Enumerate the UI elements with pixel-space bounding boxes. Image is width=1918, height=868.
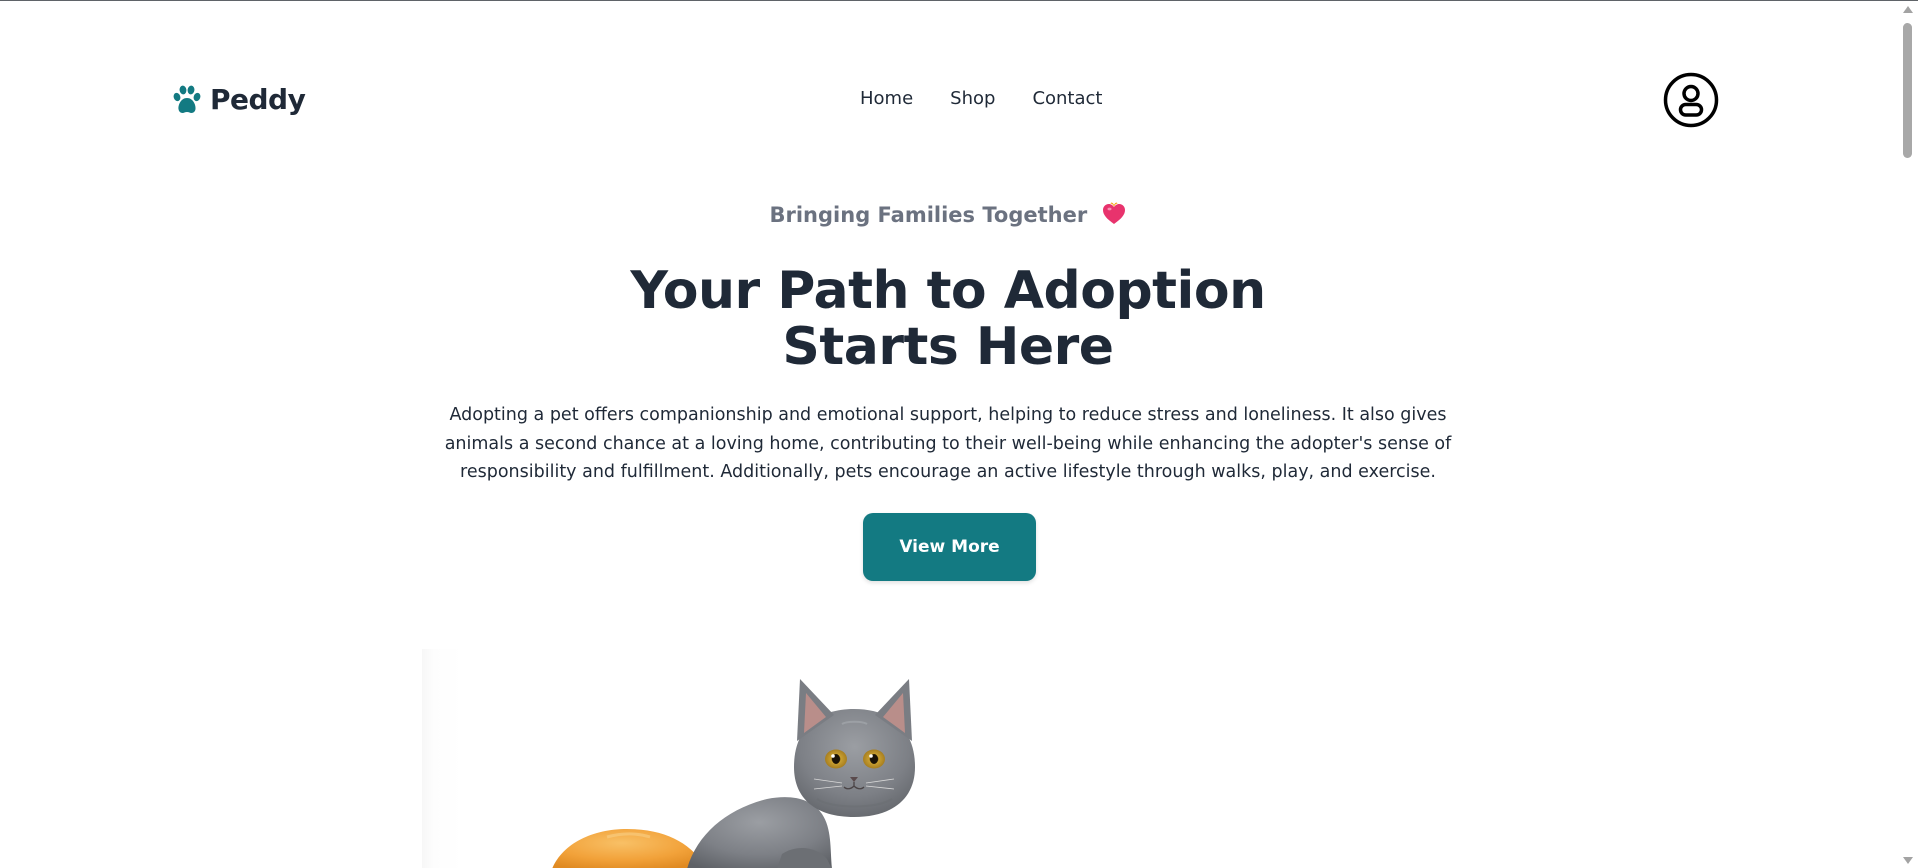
brand-name: Peddy <box>210 83 306 116</box>
tagline-text: Bringing Families Together <box>769 203 1088 227</box>
account-button[interactable] <box>1663 72 1719 128</box>
scroll-down-arrow-icon[interactable] <box>1903 857 1913 864</box>
hero-headline: Your Path to Adoption Starts Here <box>0 263 1896 375</box>
scroll-up-arrow-icon[interactable] <box>1903 6 1913 13</box>
main-nav: Home Shop Contact <box>860 88 1102 109</box>
hero-tagline: Bringing Families Together <box>0 201 1896 227</box>
view-more-button[interactable]: View More <box>863 513 1036 581</box>
brand-logo[interactable]: Peddy <box>172 83 306 116</box>
nav-contact-link[interactable]: Contact <box>1032 88 1102 109</box>
headline-line-1: Your Path to Adoption <box>630 261 1266 321</box>
nav-shop-link[interactable]: Shop <box>950 88 995 109</box>
scrollbar-thumb[interactable] <box>1903 23 1912 158</box>
page-scrollbar[interactable] <box>1898 1 1918 868</box>
user-circle-icon <box>1663 72 1719 128</box>
headline-line-2: Starts Here <box>782 317 1114 377</box>
hero-pets-image <box>422 649 1472 868</box>
nav-home-link[interactable]: Home <box>860 88 913 109</box>
page: Peddy Home Shop Contact Bringing Familie… <box>0 0 1918 868</box>
paw-icon <box>173 85 201 113</box>
hero-description: Adopting a pet offers companionship and … <box>444 405 1452 482</box>
pets-illustration <box>552 679 915 868</box>
heart-icon <box>1102 202 1125 224</box>
